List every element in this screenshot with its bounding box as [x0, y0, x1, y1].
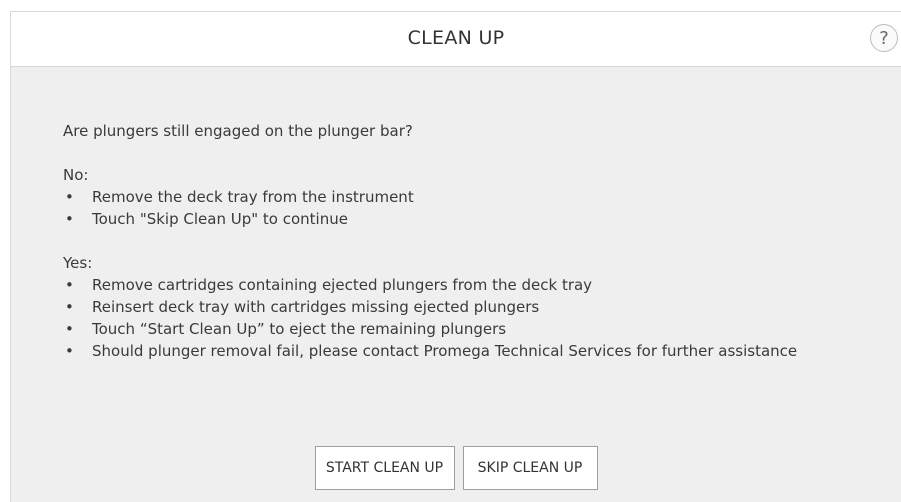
bullet-icon: •	[65, 188, 74, 206]
yes-section: Yes: • Remove cartridges containing ejec…	[63, 252, 893, 362]
start-clean-up-button[interactable]: START CLEAN UP	[314, 446, 455, 490]
bullet-icon: •	[65, 276, 74, 294]
list-item-text: Touch "Skip Clean Up" to continue	[92, 210, 348, 228]
list-item: • Should plunger removal fail, please co…	[63, 340, 893, 362]
no-section: No: • Remove the deck tray from the inst…	[63, 164, 893, 230]
list-item-text: Should plunger removal fail, please cont…	[92, 342, 798, 360]
list-item: • Touch "Skip Clean Up" to continue	[63, 208, 893, 230]
list-item-text: Touch “Start Clean Up” to eject the rema…	[92, 320, 507, 338]
yes-instructions-list: • Remove cartridges containing ejected p…	[63, 274, 893, 362]
dialog-content: Are plungers still engaged on the plunge…	[63, 120, 893, 362]
bullet-icon: •	[65, 210, 74, 228]
list-item-text: Reinsert deck tray with cartridges missi…	[92, 298, 540, 316]
yes-label: Yes:	[63, 254, 93, 272]
list-item: • Touch “Start Clean Up” to eject the re…	[63, 318, 893, 340]
bullet-icon: •	[65, 342, 74, 360]
list-item: • Remove the deck tray from the instrume…	[63, 186, 893, 208]
list-item-text: Remove the deck tray from the instrument	[92, 188, 414, 206]
dialog-actions: START CLEAN UP SKIP CLEAN UP	[11, 446, 901, 490]
list-item: • Reinsert deck tray with cartridges mis…	[63, 296, 893, 318]
no-label: No:	[63, 166, 89, 184]
list-item-text: Remove cartridges containing ejected plu…	[92, 276, 593, 294]
bullet-icon: •	[65, 298, 74, 316]
bullet-icon: •	[65, 320, 74, 338]
question-text: Are plungers still engaged on the plunge…	[63, 122, 413, 140]
dialog-title: CLEAN UP	[407, 27, 505, 49]
no-instructions-list: • Remove the deck tray from the instrume…	[63, 186, 893, 230]
list-item: • Remove cartridges containing ejected p…	[63, 274, 893, 296]
clean-up-dialog: CLEAN UP ? Are plungers still engaged on…	[10, 11, 901, 502]
help-button[interactable]: ?	[870, 24, 898, 52]
skip-clean-up-button[interactable]: SKIP CLEAN UP	[462, 446, 598, 490]
dialog-header: CLEAN UP ?	[11, 12, 901, 67]
